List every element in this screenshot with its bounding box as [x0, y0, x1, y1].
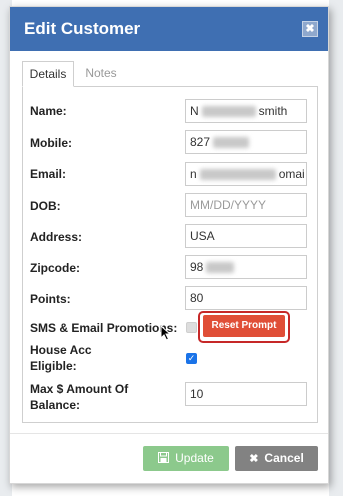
redacted-text	[213, 137, 250, 149]
redacted-text	[201, 106, 256, 118]
name-label: Name:	[30, 104, 67, 118]
close-icon: ✖	[249, 453, 259, 465]
address-label: Address:	[30, 230, 83, 244]
dob-label: DOB:	[30, 199, 61, 213]
redacted-text	[199, 169, 276, 181]
cancel-button[interactable]: ✖ Cancel	[235, 446, 318, 471]
mouse-cursor-icon	[160, 325, 172, 341]
points-label: Points:	[30, 292, 71, 306]
house-acc-label-line2: Eligible:	[30, 359, 77, 373]
max-amount-label-line1: Max $ Amount Of	[30, 382, 129, 396]
house-acc-label-line1: House Acc	[30, 343, 92, 357]
cancel-label: Cancel	[264, 451, 304, 465]
tab-details[interactable]: Details	[22, 61, 74, 87]
redacted-text	[206, 262, 235, 274]
sms-email-label: SMS & Email Promotions:	[30, 321, 178, 335]
tab-notes[interactable]: Notes	[76, 61, 126, 87]
email-input[interactable]: n omai	[185, 162, 307, 186]
max-amount-label-line2: Balance:	[30, 398, 81, 412]
page-background	[329, 0, 343, 496]
mobile-input[interactable]: 827	[185, 130, 307, 154]
name-input[interactable]: Nsmith	[185, 99, 307, 123]
close-icon[interactable]: ✖	[302, 21, 318, 37]
email-label: Email:	[30, 167, 67, 181]
save-icon	[158, 452, 170, 463]
footer-divider	[10, 433, 328, 434]
mobile-label: Mobile:	[30, 136, 72, 150]
modal-header: Edit Customer ✖	[10, 7, 328, 51]
tab-bar: Details Notes	[22, 61, 318, 87]
sms-email-checkbox[interactable]	[186, 322, 197, 333]
address-input[interactable]: USA	[185, 224, 307, 248]
zipcode-label: Zipcode:	[30, 261, 80, 275]
reset-prompt-button[interactable]: Reset Prompt	[203, 315, 285, 337]
zipcode-input[interactable]: 98	[185, 255, 307, 279]
dob-input[interactable]: MM/DD/YYYY	[185, 193, 307, 217]
edit-customer-modal: Edit Customer ✖ Details Notes Name: Nsmi…	[9, 6, 329, 484]
points-input[interactable]: 80	[185, 286, 307, 310]
max-amount-input[interactable]: 10	[185, 382, 307, 406]
modal-title: Edit Customer	[24, 19, 141, 38]
update-button[interactable]: Update	[143, 446, 229, 471]
update-label: Update	[175, 451, 214, 465]
house-acc-checkbox[interactable]: ✓	[186, 353, 197, 364]
